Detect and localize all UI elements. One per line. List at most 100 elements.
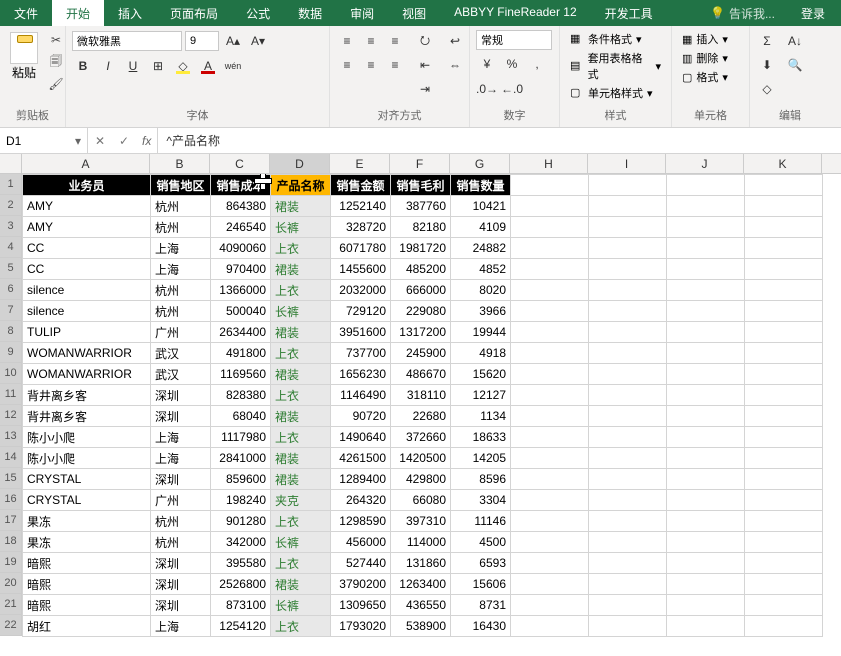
cell[interactable]: 4918 [451, 343, 511, 364]
cell[interactable]: 上衣 [271, 280, 331, 301]
cell[interactable]: 1146490 [331, 385, 391, 406]
row-header[interactable]: 17 [0, 510, 21, 531]
enter-formula-button[interactable]: ✓ [112, 128, 136, 153]
cell[interactable]: 杭州 [151, 196, 211, 217]
delete-cells-button[interactable]: ▥ 删除 ▾ [678, 49, 743, 67]
cell[interactable]: 上海 [151, 616, 211, 637]
row-header[interactable]: 1 [0, 174, 21, 195]
cell[interactable]: 456000 [331, 532, 391, 553]
cell[interactable]: 729120 [331, 301, 391, 322]
cell[interactable]: 198240 [211, 490, 271, 511]
cell[interactable]: 1263400 [391, 574, 451, 595]
cell[interactable]: 342000 [211, 532, 271, 553]
cell[interactable] [745, 469, 823, 490]
cell[interactable]: 深圳 [151, 574, 211, 595]
cell[interactable]: CRYSTAL [23, 469, 151, 490]
cell[interactable] [667, 406, 745, 427]
underline-button[interactable]: U [122, 55, 144, 77]
conditional-formatting-button[interactable]: ▦条件格式 ▾ [566, 30, 665, 48]
cell[interactable]: 90720 [331, 406, 391, 427]
cell[interactable] [589, 301, 667, 322]
cell[interactable]: 武汉 [151, 364, 211, 385]
col-header-G[interactable]: G [450, 154, 510, 173]
cell[interactable]: 杭州 [151, 280, 211, 301]
cell[interactable]: 19944 [451, 322, 511, 343]
col-header-D[interactable]: D [270, 154, 330, 173]
cell[interactable] [511, 574, 589, 595]
cell[interactable] [511, 196, 589, 217]
cell[interactable]: 737700 [331, 343, 391, 364]
cell[interactable]: 245900 [391, 343, 451, 364]
cell[interactable] [667, 364, 745, 385]
cell[interactable]: CRYSTAL [23, 490, 151, 511]
copy-button[interactable]: 🗐 [46, 52, 66, 72]
cell[interactable]: 264320 [331, 490, 391, 511]
cell[interactable]: 长裤 [271, 595, 331, 616]
table-header-cell[interactable]: 销售成本 [211, 175, 271, 196]
cell[interactable]: 杭州 [151, 301, 211, 322]
cell[interactable] [511, 343, 589, 364]
cell[interactable] [745, 364, 823, 385]
cell[interactable] [511, 259, 589, 280]
cell[interactable] [589, 427, 667, 448]
tab-view[interactable]: 视图 [388, 0, 440, 26]
cell[interactable]: 24882 [451, 238, 511, 259]
cell[interactable]: 527440 [331, 553, 391, 574]
row-header[interactable]: 13 [0, 426, 21, 447]
cell[interactable]: 杭州 [151, 217, 211, 238]
font-size-combo[interactable]: 9 [185, 31, 219, 51]
cell[interactable] [745, 301, 823, 322]
cell[interactable]: 1252140 [331, 196, 391, 217]
cell[interactable] [667, 616, 745, 637]
align-right-button[interactable]: ≡ [384, 54, 406, 76]
cell[interactable] [667, 574, 745, 595]
row-header[interactable]: 4 [0, 237, 21, 258]
cell[interactable] [667, 196, 745, 217]
cell[interactable] [511, 238, 589, 259]
cell[interactable]: 500040 [211, 301, 271, 322]
cell[interactable]: 901280 [211, 511, 271, 532]
cell[interactable]: 1981720 [391, 238, 451, 259]
cell[interactable]: 486670 [391, 364, 451, 385]
cell[interactable]: 828380 [211, 385, 271, 406]
col-header-I[interactable]: I [588, 154, 666, 173]
cell[interactable]: 82180 [391, 217, 451, 238]
fill-button[interactable]: ⬇ [756, 54, 778, 76]
col-header-C[interactable]: C [210, 154, 270, 173]
cell[interactable]: 12127 [451, 385, 511, 406]
increase-decimal-button[interactable]: .0→ [476, 78, 498, 100]
cell[interactable]: 436550 [391, 595, 451, 616]
col-header-B[interactable]: B [150, 154, 210, 173]
row-header[interactable]: 15 [0, 468, 21, 489]
format-painter-button[interactable]: 🖌 [46, 74, 66, 94]
insert-cells-button[interactable]: ▦ 插入 ▾ [678, 30, 743, 48]
row-header[interactable]: 3 [0, 216, 21, 237]
cell[interactable] [745, 217, 823, 238]
cell[interactable]: 318110 [391, 385, 451, 406]
cell[interactable]: 背井离乡客 [23, 406, 151, 427]
cell[interactable]: 武汉 [151, 343, 211, 364]
align-top-button[interactable]: ≡ [336, 30, 358, 52]
row-header[interactable]: 20 [0, 573, 21, 594]
row-header[interactable]: 10 [0, 363, 21, 384]
cell[interactable] [745, 595, 823, 616]
cell[interactable]: 上衣 [271, 385, 331, 406]
cell[interactable] [589, 574, 667, 595]
orientation-button[interactable]: ⭮ [414, 30, 436, 52]
cell[interactable]: 6593 [451, 553, 511, 574]
cell[interactable]: 深圳 [151, 385, 211, 406]
cell[interactable]: 3951600 [331, 322, 391, 343]
cell[interactable]: 长裤 [271, 217, 331, 238]
italic-button[interactable]: I [97, 55, 119, 77]
row-header[interactable]: 8 [0, 321, 21, 342]
cell[interactable]: 3966 [451, 301, 511, 322]
cell[interactable]: 14205 [451, 448, 511, 469]
cell[interactable] [667, 532, 745, 553]
name-box[interactable]: D1▾ [0, 128, 88, 153]
cell[interactable] [745, 259, 823, 280]
cell[interactable]: 538900 [391, 616, 451, 637]
cell[interactable] [589, 385, 667, 406]
align-bottom-button[interactable]: ≡ [384, 30, 406, 52]
cell[interactable]: 1117980 [211, 427, 271, 448]
cell[interactable]: 15606 [451, 574, 511, 595]
